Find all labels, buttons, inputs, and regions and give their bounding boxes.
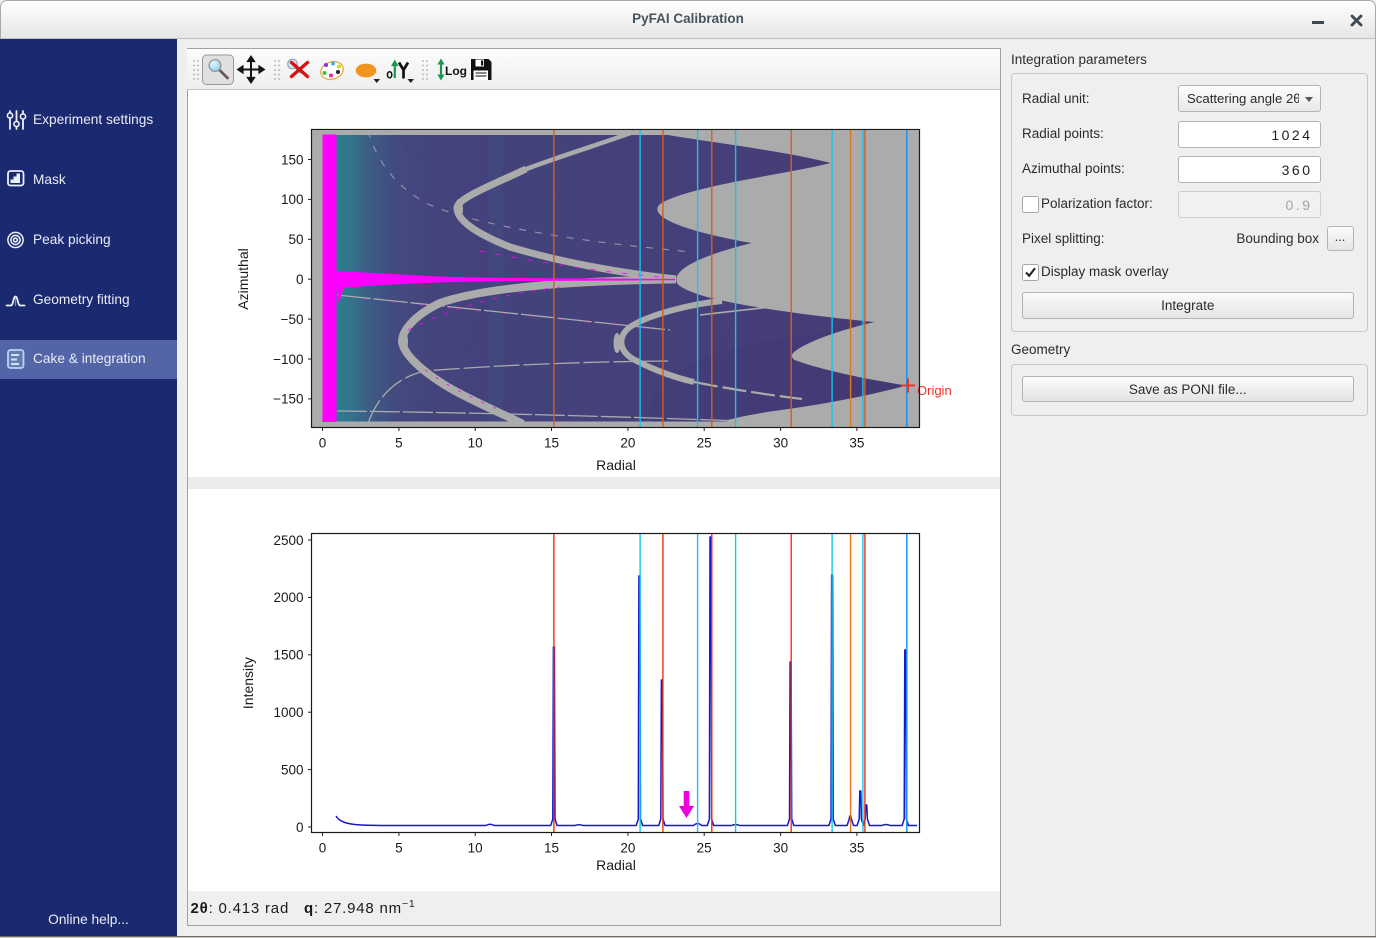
svg-text:25: 25 — [697, 436, 712, 451]
svg-text:20: 20 — [620, 841, 635, 856]
svg-text:Azimuthal: Azimuthal — [235, 248, 251, 309]
svg-text:10: 10 — [468, 436, 483, 451]
svg-text:0: 0 — [296, 272, 304, 287]
svg-text:0: 0 — [319, 841, 327, 856]
svg-text:50: 50 — [288, 232, 303, 247]
svg-text:−150: −150 — [273, 392, 303, 407]
svg-text:10: 10 — [468, 841, 483, 856]
svg-text:Log: Log — [445, 64, 467, 78]
svg-text:0: 0 — [296, 820, 304, 835]
svg-text:500: 500 — [281, 762, 304, 777]
svg-text:5: 5 — [395, 841, 403, 856]
svg-text:150: 150 — [281, 152, 304, 167]
svg-text:Radial: Radial — [596, 857, 636, 873]
svg-text:2000: 2000 — [273, 590, 303, 605]
svg-text:30: 30 — [773, 841, 788, 856]
svg-text:25: 25 — [697, 841, 712, 856]
svg-text:100: 100 — [281, 192, 304, 207]
svg-text:−50: −50 — [281, 312, 304, 327]
svg-text:5: 5 — [395, 436, 403, 451]
svg-text:30: 30 — [773, 436, 788, 451]
svg-text:−100: −100 — [273, 352, 303, 367]
svg-text:Origin: Origin — [917, 383, 952, 398]
svg-text:15: 15 — [544, 436, 559, 451]
svg-text:35: 35 — [849, 841, 864, 856]
svg-text:Radial: Radial — [596, 457, 636, 473]
svg-text:2500: 2500 — [273, 533, 303, 548]
svg-text:1000: 1000 — [273, 705, 303, 720]
svg-text:1500: 1500 — [273, 648, 303, 663]
svg-text:35: 35 — [849, 436, 864, 451]
svg-text:Intensity: Intensity — [240, 657, 256, 709]
svg-text:0: 0 — [319, 436, 327, 451]
svg-text:15: 15 — [544, 841, 559, 856]
svg-text:20: 20 — [620, 436, 635, 451]
